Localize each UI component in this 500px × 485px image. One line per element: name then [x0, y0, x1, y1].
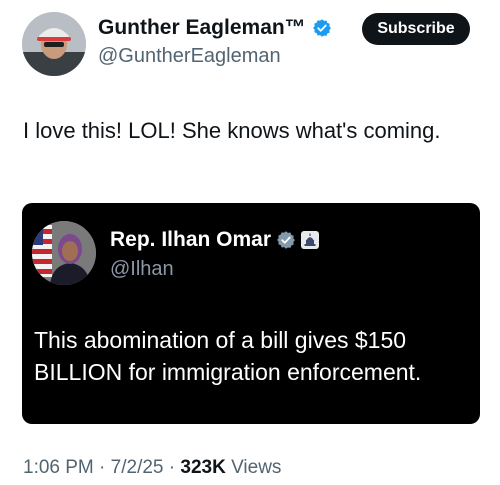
- author-avatar[interactable]: [22, 12, 86, 76]
- verified-badge-grey-icon: [276, 230, 296, 250]
- quoted-author-name-row[interactable]: Rep. Ilhan Omar: [110, 228, 320, 252]
- post-time[interactable]: 1:06 PM: [23, 457, 94, 478]
- capitol-building-icon: [301, 231, 320, 249]
- quoted-author-display-name[interactable]: Rep. Ilhan Omar: [110, 228, 271, 252]
- quoted-post-card[interactable]: Rep. Ilhan Omar @Ilhan This abomination …: [22, 203, 480, 424]
- quoted-author-handle[interactable]: @Ilhan: [110, 258, 174, 281]
- post-date[interactable]: 7/2/25: [111, 457, 164, 478]
- meta-separator: ·: [99, 457, 106, 478]
- post-metadata: 1:06 PM · 7/2/25 · 323K Views: [23, 457, 281, 479]
- author-display-name[interactable]: Gunther Eagleman™: [98, 16, 306, 40]
- author-name-row[interactable]: Gunther Eagleman™: [98, 16, 332, 40]
- quoted-author-avatar[interactable]: [32, 221, 96, 285]
- verified-badge-icon: [312, 18, 332, 38]
- subscribe-button[interactable]: Subscribe: [362, 13, 470, 45]
- quoted-avatar-image: [32, 221, 96, 285]
- meta-separator-2: ·: [168, 457, 176, 478]
- views-count[interactable]: 323K: [180, 457, 225, 478]
- avatar-image: [22, 12, 86, 76]
- tweet-text: I love this! LOL! She knows what's comin…: [23, 118, 441, 143]
- quoted-post-text: This abomination of a bill gives $150 BI…: [34, 327, 422, 385]
- views-label: Views: [231, 457, 282, 478]
- author-handle[interactable]: @GuntherEagleman: [98, 45, 281, 68]
